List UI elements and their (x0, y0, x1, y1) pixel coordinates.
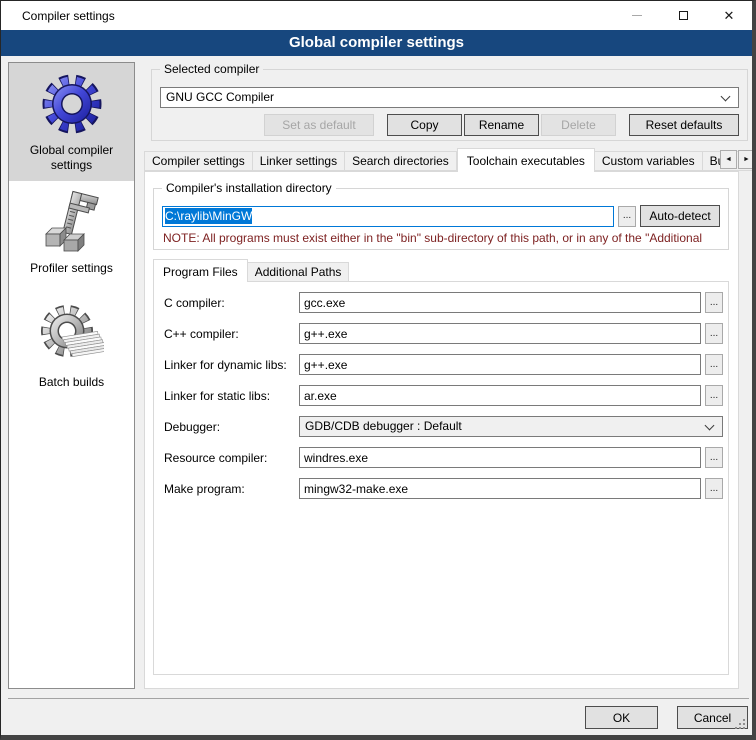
installation-directory-input[interactable]: C:\raylib\MinGW (162, 206, 614, 227)
field-row-make-program: Make program:... (164, 478, 723, 499)
maximize-button[interactable] (660, 1, 706, 30)
tab-scroll-left-button[interactable]: ◄ (720, 150, 737, 169)
minimize-button[interactable] (614, 1, 660, 30)
field-control (299, 478, 701, 499)
installation-directory-note: NOTE: All programs must exist either in … (163, 231, 725, 245)
field-row-c-compiler: C++ compiler:... (164, 323, 723, 344)
field-label: Linker for static libs: (164, 385, 299, 406)
debugger-select[interactable]: GDB/CDB debugger : Default (299, 416, 723, 437)
field-label: Make program: (164, 478, 299, 499)
c-compiler-input[interactable] (299, 292, 701, 313)
selected-compiler-group: Selected compiler GNU GCC Compiler Set a… (151, 69, 748, 141)
sidebar-item-label: Batch builds (9, 373, 134, 398)
field-control (299, 292, 701, 313)
linker-for-dynamic-libs-input[interactable] (299, 354, 701, 375)
field-label: C compiler: (164, 292, 299, 313)
close-icon: ✕ (724, 9, 735, 22)
rename-button[interactable]: Rename (464, 114, 539, 136)
tab-toolchain-executables[interactable]: Toolchain executables (457, 148, 595, 172)
installation-directory-group-label: Compiler's installation directory (162, 181, 336, 195)
sidebar-item-label: Global compiler settings (9, 141, 134, 181)
installation-directory-group: Compiler's installation directory C:\ray… (153, 188, 729, 250)
dialog-banner-title: Global compiler settings (1, 30, 752, 56)
resize-grip[interactable] (735, 719, 747, 731)
footer-separator (8, 698, 749, 699)
arrow-left-icon: ◄ (725, 156, 732, 163)
auto-detect-button[interactable]: Auto-detect (640, 205, 720, 227)
resource-compiler-browse-button[interactable]: ... (705, 447, 723, 468)
c-compiler-browse-button[interactable]: ... (705, 323, 723, 344)
title-bar: Compiler settings ✕ (1, 1, 752, 30)
reset-defaults-button[interactable]: Reset defaults (629, 114, 739, 136)
maximize-icon (679, 11, 688, 20)
field-control (299, 447, 701, 468)
make-program-input[interactable] (299, 478, 701, 499)
tab-custom-variables[interactable]: Custom variables (595, 151, 703, 171)
c-compiler-input[interactable] (299, 323, 701, 344)
tab-linker-settings[interactable]: Linker settings (253, 151, 345, 171)
settings-category-list: Global compiler settings (8, 62, 135, 689)
field-control: GDB/CDB debugger : Default (299, 416, 723, 437)
field-row-linker-for-dynamic-libs: Linker for dynamic libs:... (164, 354, 723, 375)
tab-program-files[interactable]: Program Files (153, 259, 248, 282)
delete-button: Delete (541, 114, 616, 136)
tab-search-directories[interactable]: Search directories (345, 151, 457, 171)
chevron-down-icon (705, 421, 715, 431)
compiler-settings-dialog: Compiler settings ✕ Global compiler sett… (0, 0, 756, 740)
copy-button[interactable]: Copy (387, 114, 462, 136)
field-label: Linker for dynamic libs: (164, 354, 299, 375)
program-files-panel: C compiler:...C++ compiler:...Linker for… (153, 281, 729, 675)
chevron-down-icon (721, 92, 731, 102)
linker-for-static-libs-browse-button[interactable]: ... (705, 385, 723, 406)
tab-additional-paths[interactable]: Additional Paths (248, 262, 350, 282)
make-program-browse-button[interactable]: ... (705, 478, 723, 499)
field-control (299, 354, 701, 375)
field-row-debugger: Debugger: GDB/CDB debugger : Default (164, 416, 723, 437)
selected-compiler-select[interactable]: GNU GCC Compiler (160, 87, 739, 108)
field-row-resource-compiler: Resource compiler:... (164, 447, 723, 468)
blue-gear-icon (40, 72, 104, 136)
tab-compiler-settings[interactable]: Compiler settings (144, 151, 253, 171)
sidebar-item-profiler-settings[interactable]: Profiler settings (9, 181, 134, 295)
c-compiler-browse-button[interactable]: ... (705, 292, 723, 313)
field-row-linker-for-static-libs: Linker for static libs:... (164, 385, 723, 406)
toolchain-executables-page: Compiler's installation directory C:\ray… (144, 171, 739, 689)
set-as-default-button: Set as default (264, 114, 374, 136)
window-title: Compiler settings (1, 9, 115, 23)
field-label: Debugger: (164, 416, 299, 437)
linker-for-static-libs-input[interactable] (299, 385, 701, 406)
selected-compiler-value: GNU GCC Compiler (166, 90, 274, 104)
field-control (299, 385, 701, 406)
sidebar-item-batch-builds[interactable]: Batch builds (9, 295, 134, 409)
resource-compiler-input[interactable] (299, 447, 701, 468)
field-row-c-compiler: C compiler:... (164, 292, 723, 313)
linker-for-dynamic-libs-browse-button[interactable]: ... (705, 354, 723, 375)
field-control (299, 323, 701, 344)
arrow-right-icon: ► (743, 156, 750, 163)
field-label: C++ compiler: (164, 323, 299, 344)
sidebar-item-global-compiler-settings[interactable]: Global compiler settings (9, 63, 134, 181)
ok-button[interactable]: OK (585, 706, 658, 729)
program-files-tabs: Program FilesAdditional Paths (153, 259, 733, 282)
close-button[interactable]: ✕ (706, 1, 752, 30)
caliper-icon (40, 190, 104, 254)
compiler-actions-row: Set as default CopyRenameDelete Reset defa… (160, 114, 739, 136)
installation-directory-value: C:\raylib\MinGW (165, 208, 252, 224)
combo-value: GDB/CDB debugger : Default (305, 419, 462, 433)
minimize-icon (632, 15, 642, 16)
tab-scroll-right-button[interactable]: ► (738, 150, 755, 169)
gray-gear-stack-icon (40, 304, 104, 368)
selected-compiler-group-label: Selected compiler (160, 62, 263, 76)
field-label: Resource compiler: (164, 447, 299, 468)
toolchain-tabs: Compiler settingsLinker settingsSearch d… (144, 148, 755, 172)
installation-directory-browse-button[interactable]: ... (618, 206, 636, 227)
installation-directory-row: C:\raylib\MinGW ... Auto-detect (162, 205, 720, 227)
sidebar-item-label: Profiler settings (9, 259, 134, 284)
